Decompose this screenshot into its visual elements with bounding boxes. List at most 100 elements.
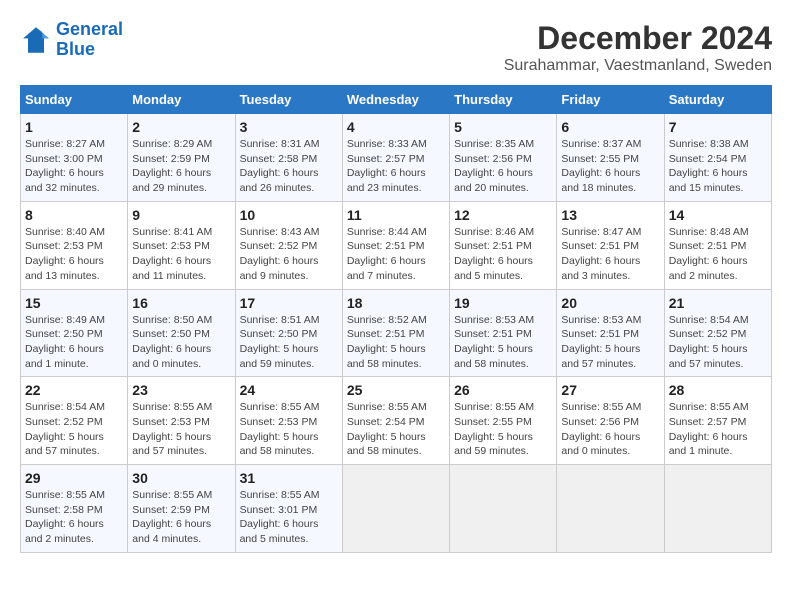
day-number: 11 [347, 207, 445, 223]
day-number: 14 [669, 207, 767, 223]
day-info: Sunrise: 8:55 AMSunset: 3:01 PMDaylight:… [240, 488, 338, 547]
day-number: 15 [25, 295, 123, 311]
calendar-cell: 12Sunrise: 8:46 AMSunset: 2:51 PMDayligh… [450, 201, 557, 289]
calendar-week-2: 8Sunrise: 8:40 AMSunset: 2:53 PMDaylight… [21, 201, 772, 289]
day-number: 25 [347, 382, 445, 398]
calendar-cell: 7Sunrise: 8:38 AMSunset: 2:54 PMDaylight… [664, 114, 771, 202]
header-day-monday: Monday [128, 86, 235, 114]
header-day-thursday: Thursday [450, 86, 557, 114]
calendar-cell: 30 Sunrise: 8:55 AMSunset: 2:59 PMDayligh… [128, 465, 235, 553]
day-info: Sunrise: 8:33 AMSunset: 2:57 PMDaylight:… [347, 137, 445, 196]
header-row: SundayMondayTuesdayWednesdayThursdayFrid… [21, 86, 772, 114]
day-info: Sunrise: 8:27 AMSunset: 3:00 PMDaylight:… [25, 137, 123, 196]
day-number: 29 [25, 470, 123, 486]
day-info: Sunrise: 8:46 AMSunset: 2:51 PMDaylight:… [454, 225, 552, 284]
day-info: Sunrise: 8:55 AMSunset: 2:53 PMDaylight:… [132, 400, 230, 459]
calendar-cell [664, 465, 771, 553]
day-number: 26 [454, 382, 552, 398]
day-info: Sunrise: 8:55 AMSunset: 2:57 PMDaylight:… [669, 400, 767, 459]
day-number: 13 [561, 207, 659, 223]
day-number: 6 [561, 119, 659, 135]
calendar-cell: 26 Sunrise: 8:55 AMSunset: 2:55 PMDayligh… [450, 377, 557, 465]
day-info: Sunrise: 8:38 AMSunset: 2:54 PMDaylight:… [669, 137, 767, 196]
day-info: Sunrise: 8:41 AMSunset: 2:53 PMDaylight:… [132, 225, 230, 284]
day-number: 3 [240, 119, 338, 135]
header-day-friday: Friday [557, 86, 664, 114]
calendar-cell: 18 Sunrise: 8:52 AMSunset: 2:51 PMDayligh… [342, 289, 449, 377]
calendar-cell [342, 465, 449, 553]
day-info: Sunrise: 8:50 AMSunset: 2:50 PMDaylight:… [132, 313, 230, 372]
page-subtitle: Surahammar, Vaestmanland, Sweden [504, 57, 772, 75]
day-info: Sunrise: 8:47 AMSunset: 2:51 PMDaylight:… [561, 225, 659, 284]
calendar-cell: 24Sunrise: 8:55 AMSunset: 2:53 PMDayligh… [235, 377, 342, 465]
title-block: December 2024 Surahammar, Vaestmanland, … [504, 20, 772, 75]
day-info: Sunrise: 8:53 AMSunset: 2:51 PMDaylight:… [561, 313, 659, 372]
header-day-wednesday: Wednesday [342, 86, 449, 114]
day-number: 1 [25, 119, 123, 135]
calendar-cell: 8Sunrise: 8:40 AMSunset: 2:53 PMDaylight… [21, 201, 128, 289]
calendar-cell: 2 Sunrise: 8:29 AMSunset: 2:59 PMDaylight… [128, 114, 235, 202]
calendar-cell: 15 Sunrise: 8:49 AMSunset: 2:50 PMDayligh… [21, 289, 128, 377]
header-day-saturday: Saturday [664, 86, 771, 114]
day-number: 23 [132, 382, 230, 398]
day-number: 31 [240, 470, 338, 486]
calendar-cell: 27 Sunrise: 8:55 AMSunset: 2:56 PMDayligh… [557, 377, 664, 465]
day-number: 19 [454, 295, 552, 311]
calendar-cell [557, 465, 664, 553]
day-info: Sunrise: 8:35 AMSunset: 2:56 PMDaylight:… [454, 137, 552, 196]
day-number: 30 [132, 470, 230, 486]
logo: General Blue [20, 20, 123, 60]
day-number: 10 [240, 207, 338, 223]
calendar-cell [450, 465, 557, 553]
page-title: December 2024 [504, 20, 772, 57]
calendar-cell: 19 Sunrise: 8:53 AMSunset: 2:51 PMDayligh… [450, 289, 557, 377]
calendar-cell: 13 Sunrise: 8:47 AMSunset: 2:51 PMDayligh… [557, 201, 664, 289]
day-info: Sunrise: 8:54 AMSunset: 2:52 PMDaylight:… [25, 400, 123, 459]
header-day-sunday: Sunday [21, 86, 128, 114]
calendar-cell: 31 Sunrise: 8:55 AMSunset: 3:01 PMDayligh… [235, 465, 342, 553]
logo-line2: Blue [56, 39, 95, 59]
day-info: Sunrise: 8:55 AMSunset: 2:59 PMDaylight:… [132, 488, 230, 547]
day-info: Sunrise: 8:49 AMSunset: 2:50 PMDaylight:… [25, 313, 123, 372]
day-info: Sunrise: 8:48 AMSunset: 2:51 PMDaylight:… [669, 225, 767, 284]
day-info: Sunrise: 8:52 AMSunset: 2:51 PMDaylight:… [347, 313, 445, 372]
calendar-week-3: 15 Sunrise: 8:49 AMSunset: 2:50 PMDayligh… [21, 289, 772, 377]
calendar-cell: 6Sunrise: 8:37 AMSunset: 2:55 PMDaylight… [557, 114, 664, 202]
logo-text: General Blue [56, 20, 123, 60]
day-number: 28 [669, 382, 767, 398]
day-info: Sunrise: 8:55 AMSunset: 2:55 PMDaylight:… [454, 400, 552, 459]
day-number: 17 [240, 295, 338, 311]
day-info: Sunrise: 8:55 AMSunset: 2:54 PMDaylight:… [347, 400, 445, 459]
calendar-cell: 1 Sunrise: 8:27 AMSunset: 3:00 PMDaylight… [21, 114, 128, 202]
day-number: 4 [347, 119, 445, 135]
day-number: 20 [561, 295, 659, 311]
day-info: Sunrise: 8:29 AMSunset: 2:59 PMDaylight:… [132, 137, 230, 196]
page-header: General Blue December 2024 Surahammar, V… [20, 20, 772, 75]
day-info: Sunrise: 8:40 AMSunset: 2:53 PMDaylight:… [25, 225, 123, 284]
calendar-cell: 14 Sunrise: 8:48 AMSunset: 2:51 PMDayligh… [664, 201, 771, 289]
day-number: 24 [240, 382, 338, 398]
logo-icon [20, 24, 52, 56]
calendar-table: SundayMondayTuesdayWednesdayThursdayFrid… [20, 85, 772, 553]
day-info: Sunrise: 8:55 AMSunset: 2:56 PMDaylight:… [561, 400, 659, 459]
logo-line1: General [56, 19, 123, 39]
day-info: Sunrise: 8:53 AMSunset: 2:51 PMDaylight:… [454, 313, 552, 372]
calendar-cell: 29Sunrise: 8:55 AMSunset: 2:58 PMDayligh… [21, 465, 128, 553]
calendar-cell: 25 Sunrise: 8:55 AMSunset: 2:54 PMDayligh… [342, 377, 449, 465]
day-info: Sunrise: 8:54 AMSunset: 2:52 PMDaylight:… [669, 313, 767, 372]
calendar-cell: 23 Sunrise: 8:55 AMSunset: 2:53 PMDayligh… [128, 377, 235, 465]
calendar-cell: 16 Sunrise: 8:50 AMSunset: 2:50 PMDayligh… [128, 289, 235, 377]
calendar-week-4: 22Sunrise: 8:54 AMSunset: 2:52 PMDayligh… [21, 377, 772, 465]
day-info: Sunrise: 8:44 AMSunset: 2:51 PMDaylight:… [347, 225, 445, 284]
calendar-cell: 3 Sunrise: 8:31 AMSunset: 2:58 PMDaylight… [235, 114, 342, 202]
day-number: 18 [347, 295, 445, 311]
day-number: 27 [561, 382, 659, 398]
calendar-cell: 9Sunrise: 8:41 AMSunset: 2:53 PMDaylight… [128, 201, 235, 289]
day-info: Sunrise: 8:31 AMSunset: 2:58 PMDaylight:… [240, 137, 338, 196]
day-number: 21 [669, 295, 767, 311]
day-number: 2 [132, 119, 230, 135]
calendar-body: 1 Sunrise: 8:27 AMSunset: 3:00 PMDaylight… [21, 114, 772, 553]
day-info: Sunrise: 8:51 AMSunset: 2:50 PMDaylight:… [240, 313, 338, 372]
calendar-cell: 28 Sunrise: 8:55 AMSunset: 2:57 PMDayligh… [664, 377, 771, 465]
day-number: 16 [132, 295, 230, 311]
